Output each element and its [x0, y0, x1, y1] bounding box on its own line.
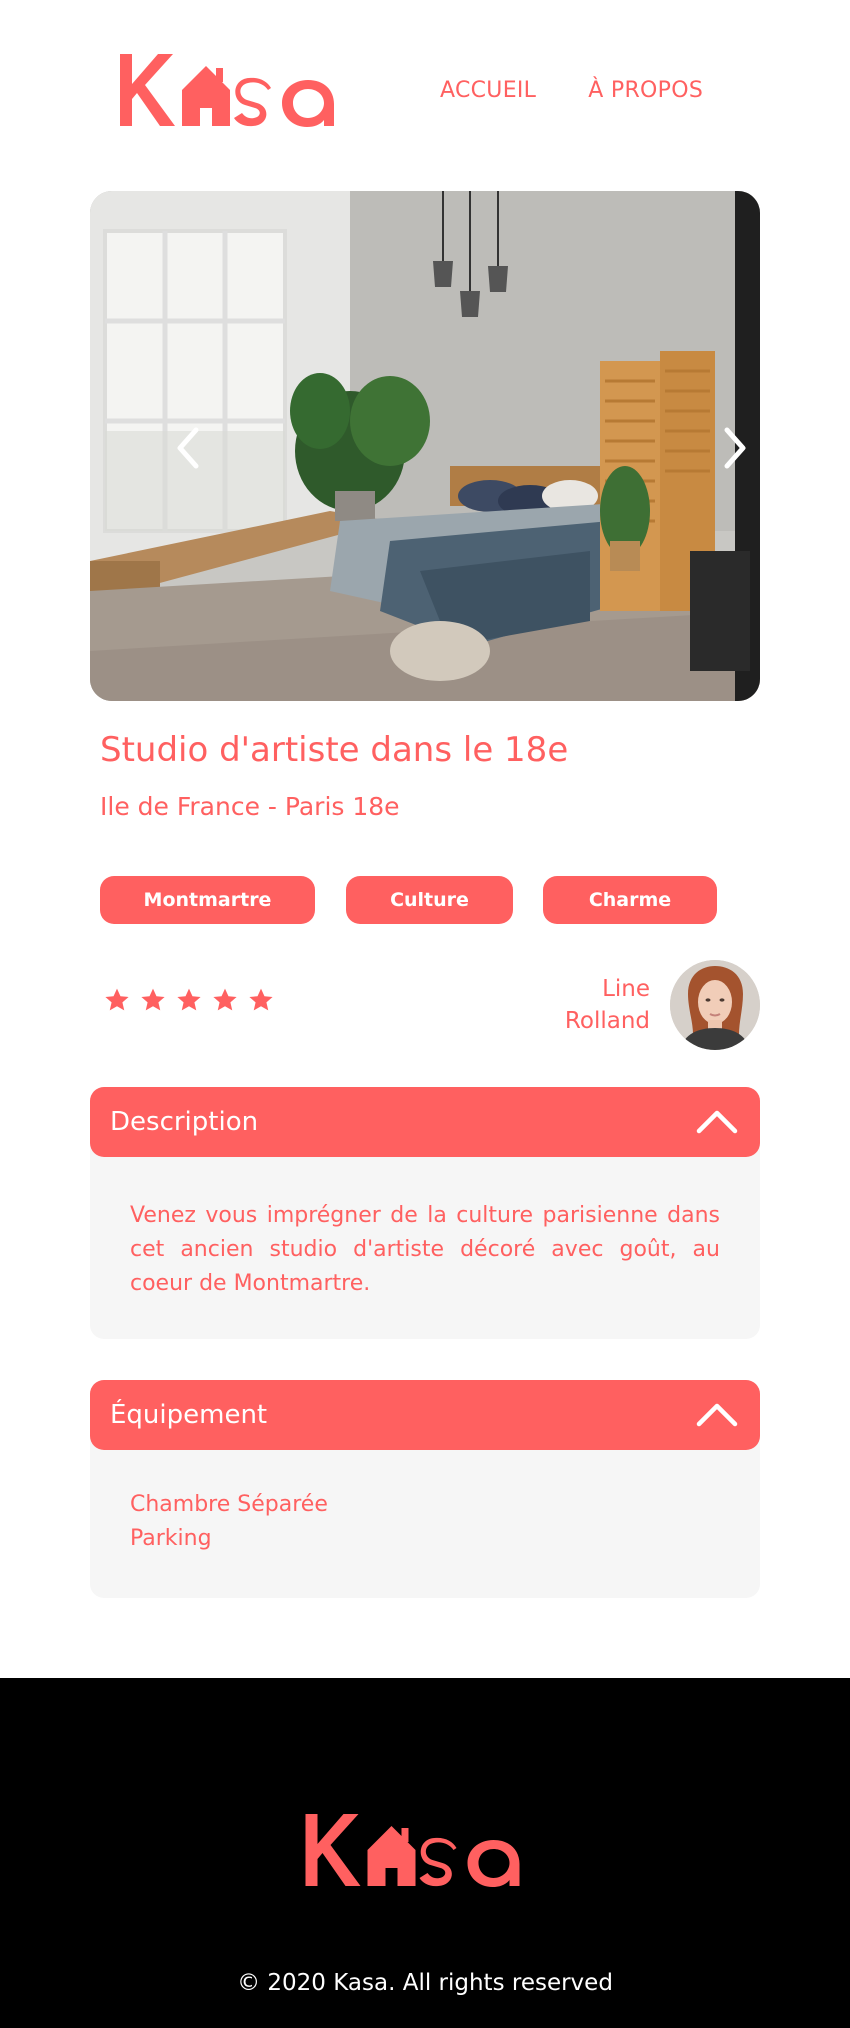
nav-link-home[interactable]: ACCUEIL — [440, 78, 536, 103]
host-portrait — [670, 960, 760, 1050]
chevron-left-icon — [177, 427, 199, 469]
star-icon — [105, 988, 129, 1011]
footer-logo — [301, 1810, 551, 1890]
description-body: Venez vous imprégner de la culture paris… — [90, 1157, 760, 1331]
copyright-text: © 2020 Kasa. All rights reserved — [237, 1970, 613, 1996]
listing-title: Studio d'artiste dans le 18e — [100, 730, 569, 770]
star-icon — [249, 988, 273, 1011]
description-collapse: Description Venez vous imprégner de la c… — [90, 1087, 760, 1339]
host-name: Line Rolland — [565, 973, 650, 1037]
chevron-right-icon — [724, 427, 746, 469]
equipment-collapse: Équipement Chambre Séparée Parking — [90, 1380, 760, 1598]
kasa-logo[interactable] — [118, 50, 363, 130]
equipment-item: Parking — [130, 1526, 212, 1551]
description-title: Description — [110, 1107, 259, 1137]
host-info: Line Rolland — [565, 960, 760, 1050]
star-icon — [177, 988, 201, 1011]
site-footer: © 2020 Kasa. All rights reserved — [0, 1678, 850, 2028]
host-first-name: Line — [602, 976, 650, 1002]
main-nav: ACCUEIL À PROPOS — [440, 78, 703, 103]
kasa-logo-mark — [120, 54, 334, 127]
nav-link-about[interactable]: À PROPOS — [588, 78, 703, 103]
rating-stars — [104, 987, 274, 1013]
gallery-prev-button[interactable] — [165, 421, 211, 475]
photo-gallery — [90, 191, 760, 701]
tag-montmartre: Montmartre — [100, 876, 315, 924]
gallery-next-button[interactable] — [712, 421, 758, 475]
kasa-logo-mark — [305, 1814, 520, 1887]
equipment-title: Équipement — [110, 1400, 268, 1430]
chevron-up-icon[interactable] — [696, 1109, 738, 1135]
star-icon — [213, 988, 237, 1011]
host-avatar — [670, 960, 760, 1050]
site-header: ACCUEIL À PROPOS — [0, 0, 850, 190]
listing-location: Ile de France - Paris 18e — [100, 792, 400, 821]
chevron-up-icon[interactable] — [696, 1402, 738, 1428]
host-last-name: Rolland — [564, 1008, 650, 1034]
equipment-item: Chambre Séparée — [130, 1492, 328, 1517]
tag-culture: Culture — [346, 876, 513, 924]
equipment-body: Chambre Séparée Parking — [90, 1450, 760, 1586]
description-collapse-header[interactable]: Description — [90, 1087, 760, 1157]
equipment-collapse-header[interactable]: Équipement — [90, 1380, 760, 1450]
tag-charme: Charme — [543, 876, 717, 924]
star-icon — [141, 988, 165, 1011]
description-text: Venez vous imprégner de la culture paris… — [130, 1203, 720, 1296]
